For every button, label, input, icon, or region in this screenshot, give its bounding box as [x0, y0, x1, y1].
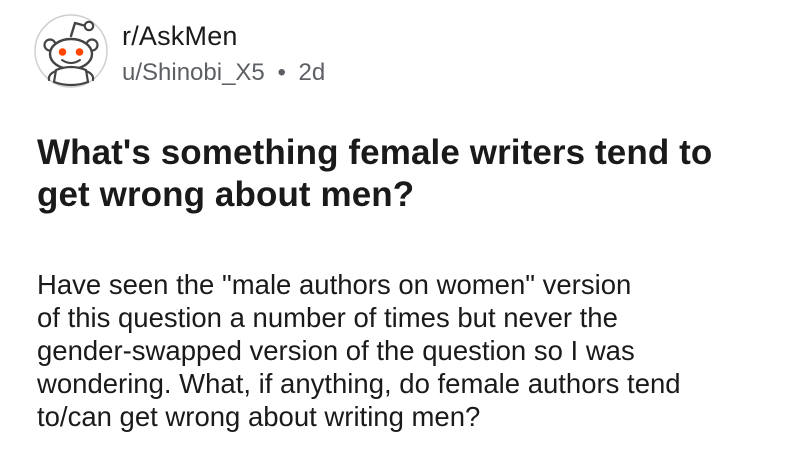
post-title-line: What's something female writers tend to: [37, 133, 713, 172]
post-byline: u/Shinobi_X5 • 2d: [122, 58, 325, 88]
post-body-line: gender-swapped version of the question s…: [37, 335, 635, 366]
post-title-line: get wrong about men?: [37, 175, 415, 214]
post-body-line: of this question a number of times but n…: [37, 302, 618, 333]
post-body: Have seen the "male authors on women" ve…: [37, 268, 777, 433]
author-username[interactable]: u/Shinobi_X5: [122, 59, 265, 86]
post-meta: r/AskMen u/Shinobi_X5 • 2d: [122, 20, 325, 88]
post-age: 2d: [298, 59, 326, 86]
post-body-line: to/can get wrong about writing men?: [37, 401, 481, 432]
post-body-line: Have seen the "male authors on women" ve…: [37, 269, 632, 300]
post-body-line: wondering. What, if anything, do female …: [37, 368, 681, 399]
post-title[interactable]: What's something female writers tend to …: [37, 132, 777, 216]
subreddit-avatar[interactable]: [34, 14, 108, 88]
subreddit-name[interactable]: r/AskMen: [122, 20, 325, 52]
post-header: r/AskMen u/Shinobi_X5 • 2d: [34, 10, 634, 90]
reddit-snoo-icon: [34, 14, 108, 88]
reddit-post: r/AskMen u/Shinobi_X5 • 2d What's someth…: [0, 0, 800, 471]
byline-separator: •: [277, 59, 286, 86]
